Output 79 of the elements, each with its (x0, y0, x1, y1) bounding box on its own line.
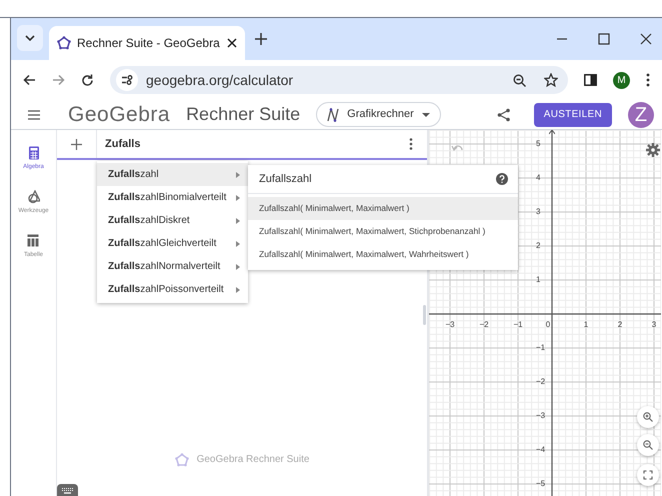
axis-label: 1 (582, 319, 590, 331)
graph-curve-icon (327, 108, 340, 122)
address-bar[interactable]: geogebra.org/calculator (110, 66, 568, 94)
footer-text: GeoGebra Rechner Suite (196, 453, 310, 467)
axis-label: −5 (536, 478, 546, 490)
submenu-arrow-icon (236, 286, 240, 292)
axis-label: −4 (536, 444, 546, 456)
reload-icon[interactable] (81, 74, 94, 86)
axis-label: 0 (544, 319, 552, 331)
syntax-item[interactable]: Zufallszahl( Minimalwert, Maximalwert, Wahrheitswert ) (248, 243, 518, 266)
calculator-icon (28, 146, 40, 160)
menu-icon[interactable] (28, 110, 40, 120)
maximize-icon[interactable] (598, 33, 610, 45)
keyboard-icon (61, 486, 74, 494)
submenu-arrow-icon (236, 218, 240, 224)
keyboard-button[interactable] (57, 484, 78, 496)
chevron-down-icon (25, 35, 35, 41)
submenu-arrow-icon (236, 194, 240, 200)
axis-label: −3 (444, 319, 456, 331)
fullscreen-button[interactable] (637, 464, 659, 486)
share-button[interactable]: AUSTEILEN (534, 102, 612, 126)
app-selector[interactable]: Grafikrechner (316, 102, 441, 127)
suggestion-item[interactable]: ZufallszahlNormalverteilt (97, 255, 248, 278)
help-icon[interactable] (496, 173, 508, 185)
zoom-out-icon[interactable] (513, 74, 526, 86)
axis-label: 3 (650, 319, 658, 331)
pentagon-logo-icon (57, 36, 71, 50)
browser-tab[interactable]: Rechner Suite - GeoGebra (49, 26, 245, 60)
suggestion-item[interactable]: ZufallszahlBinomialverteilt (97, 186, 248, 209)
submenu-arrow-icon (236, 240, 240, 246)
zoom-out-button[interactable] (637, 434, 659, 456)
axis-label: −3 (536, 410, 546, 422)
syntax-title: Zufallszahl (259, 172, 313, 187)
submenu-arrow-icon (236, 172, 240, 178)
site-settings-icon[interactable] (121, 75, 133, 85)
settings-icon[interactable] (646, 143, 660, 157)
axis-label: 2 (616, 319, 624, 331)
url-text: geogebra.org/calculator (146, 70, 294, 90)
close-icon[interactable] (227, 38, 237, 48)
suggestion-item[interactable]: Zufallszahl (97, 163, 248, 186)
more-icon[interactable] (646, 73, 650, 87)
new-tab-icon[interactable] (255, 33, 267, 45)
geogebra-logo: GeoGebra (68, 102, 170, 128)
axis-label: −2 (536, 376, 546, 388)
fullscreen-icon (643, 470, 653, 480)
side-panel-icon[interactable] (584, 74, 597, 86)
suggestion-item[interactable]: ZufallszahlGleichverteilt (97, 232, 248, 255)
syntax-item[interactable]: Zufallszahl( Minimalwert, Maximalwert ) (248, 197, 518, 220)
zoom-in-button[interactable] (637, 406, 659, 428)
table-icon (27, 234, 40, 248)
axis-label: −1 (536, 342, 546, 354)
axis-label: 4 (536, 172, 540, 184)
user-avatar[interactable]: Z (628, 102, 654, 128)
zoom-out-icon (643, 440, 653, 450)
zoom-in-icon (643, 412, 653, 422)
caret-icon (422, 112, 430, 116)
axis-label: 5 (536, 138, 540, 150)
pentagon-logo-icon (174, 452, 189, 466)
back-arrow-icon[interactable] (23, 74, 36, 86)
share-icon[interactable] (496, 108, 510, 122)
submenu-arrow-icon (236, 264, 240, 270)
suggestion-item[interactable]: ZufallszahlDiskret (97, 209, 248, 232)
axis-label: −1 (512, 319, 524, 331)
axis-label: 1 (536, 274, 540, 286)
input-field[interactable]: Zufalls (105, 136, 409, 152)
forward-arrow-icon[interactable] (52, 74, 65, 86)
axis-label: 2 (536, 240, 540, 252)
profile-avatar[interactable]: M (613, 72, 630, 88)
suite-title: Rechner Suite (186, 103, 300, 126)
suggestion-item[interactable]: ZufallszahlPoissonverteilt (97, 278, 248, 301)
more-icon[interactable] (409, 138, 413, 150)
axis-label: 3 (536, 206, 540, 218)
add-icon[interactable] (71, 138, 82, 150)
tab-search-button[interactable] (17, 25, 43, 51)
tab-title: Rechner Suite - GeoGebra (77, 35, 221, 52)
star-icon[interactable] (544, 73, 558, 87)
axis-label: −2 (478, 319, 490, 331)
close-icon[interactable] (640, 33, 652, 45)
syntax-item[interactable]: Zufallszahl( Minimalwert, Maximalwert, Stichprobenanzahl ) (248, 220, 518, 243)
